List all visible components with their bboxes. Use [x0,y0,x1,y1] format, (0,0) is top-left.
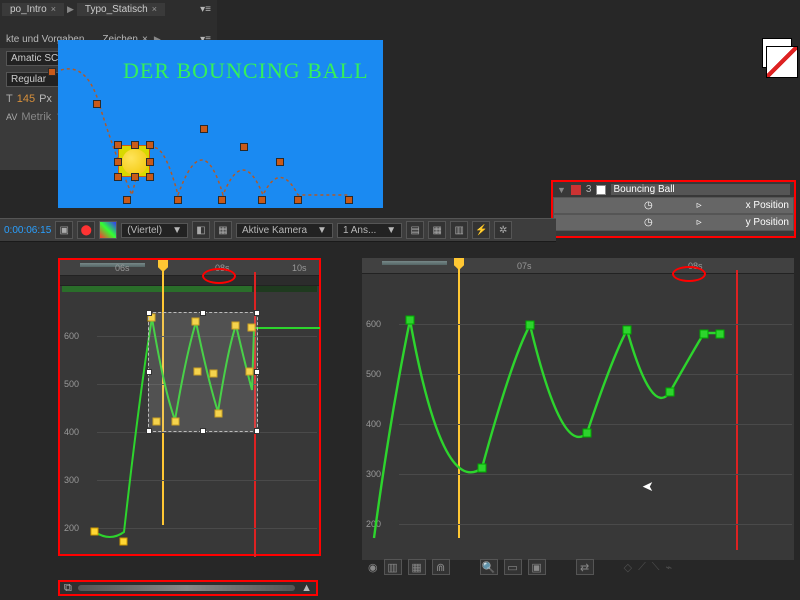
selection-marquee [148,312,258,432]
layer-row[interactable]: ▼ 3 Bouncing Ball [553,182,794,197]
close-icon[interactable]: × [152,4,157,14]
highlight-time-marker [672,266,706,282]
chevron-right-icon: ▶ [67,4,74,15]
composition-viewport[interactable]: DER BOUNCING BALL [58,40,383,208]
time-ruler[interactable]: 06s 08s 10s [60,260,319,276]
timecode-display[interactable]: 0:00:06:15 [4,225,51,236]
kerning-field[interactable]: Metrik [21,111,51,123]
stopwatch-icon[interactable]: ◷ [644,217,653,228]
mountain-icon[interactable]: ▲ [301,582,312,594]
fast-preview-icon[interactable]: ⚡ [472,221,490,239]
property-y-position[interactable]: ◷▹y Position [553,214,794,231]
share-icon[interactable]: ▤ [406,221,424,239]
resolution-select[interactable]: (Viertel)▼ [121,223,188,238]
timeline-layer-outline: ▼ 3 Bouncing Ball ◷▹x Position ◷▹y Posit… [551,180,796,238]
guides-icon[interactable]: ▦ [214,221,232,239]
snap-icon[interactable]: ⋒ [432,559,450,575]
fit-icon[interactable]: ▭ [504,559,522,575]
views-select[interactable]: 1 Ans...▼ [337,223,402,238]
comp-text-layer: DER BOUNCING BALL [123,58,369,84]
channels-icon[interactable] [99,221,117,239]
grid-icon[interactable]: ▦ [428,221,446,239]
eye-icon[interactable]: ◉ [368,561,378,574]
edit-keyframe-icon: ◇ [624,561,632,574]
zoom-icon[interactable]: 🔍 [480,559,498,575]
highlight-time-marker [202,268,236,284]
zoom-slider[interactable] [78,585,295,591]
graph-grid: 600 500 400 300 200 [364,288,792,558]
show-transform-box-button[interactable]: ▦ [408,559,426,575]
exposure-icon[interactable]: ✲ [494,221,512,239]
tab-intro[interactable]: po_Intro× [2,3,64,16]
graph-editor-zoomed[interactable]: 06s 08s 10s 600 500 400 300 200 [58,258,321,556]
tab-typo[interactable]: Typo_Statisch× [77,3,165,16]
stopwatch-icon[interactable]: ◷ [644,200,653,211]
pixel-aspect-icon[interactable]: ▥ [450,221,468,239]
viewer-toolbar: 0:00:06:15 ▣ ⬤ (Viertel)▼ ◧ ▦ Aktive Kam… [0,218,556,242]
snapshot-icon[interactable]: ▣ [55,221,73,239]
color-swatch[interactable] [762,38,792,68]
fit-all-icon[interactable]: ▣ [528,559,546,575]
easy-ease-icon: ⌁ [665,561,672,574]
graph-type-icon[interactable]: ▥ [384,559,402,575]
ball-layer[interactable] [118,145,150,177]
layer-name[interactable]: Bouncing Ball [611,184,790,195]
font-size-field[interactable]: 145 [17,93,35,105]
time-ruler[interactable]: 07s 08s [362,258,794,274]
project-tabs: po_Intro× ▶ Typo_Statisch× [0,0,165,18]
panel-menu-icon[interactable]: ▾≡ [200,4,211,15]
toggle-icon[interactable]: ◧ [192,221,210,239]
separate-dimensions-icon[interactable]: ⇄ [576,559,594,575]
camera-select[interactable]: Aktive Kamera▼ [236,223,333,238]
mouse-cursor-icon: ➤ [642,478,654,495]
graph-editor-toolbar: ◉ ▥ ▦ ⋒ 🔍 ▭ ▣ ⇄ ◇ ⟋⟍ ⌁ [362,558,794,576]
graph-editor-main[interactable]: 07s 08s 600 500 400 300 200 [362,258,794,560]
close-icon[interactable]: × [51,4,56,14]
toggle-switches-icon[interactable]: ⧉ [64,582,72,595]
property-x-position[interactable]: ◷▹x Position [553,197,794,214]
timeline-zoom-bar[interactable]: ⧉ ▲ [58,580,318,596]
channels-icon[interactable]: ⬤ [77,221,95,239]
